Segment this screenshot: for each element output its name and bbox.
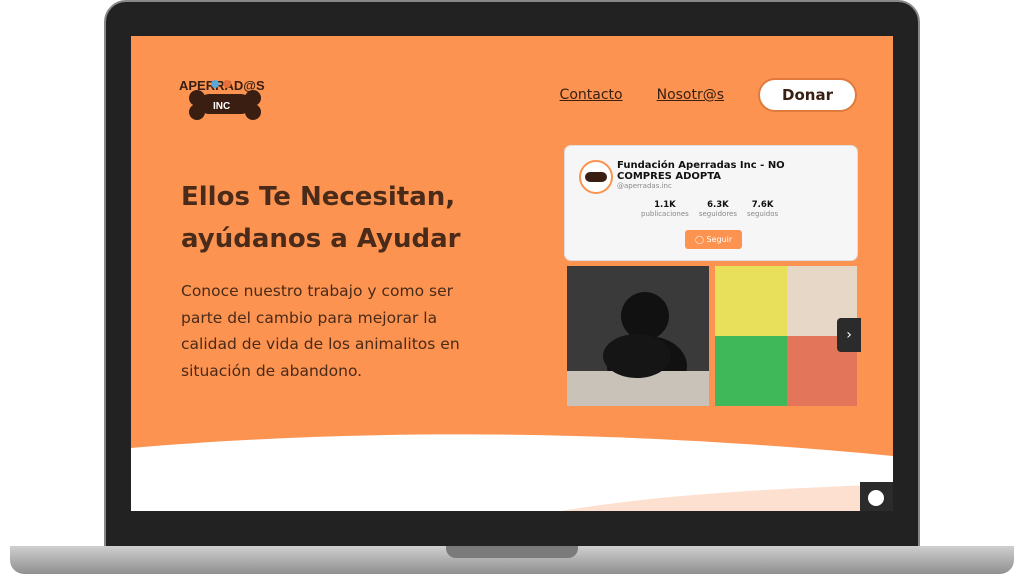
hero-headline: Ellos Te Necesitan, ayúdanos a Ayudar [181,176,461,260]
stat-value: 7.6K [751,200,774,210]
instagram-gallery: › [567,266,861,408]
hero-body: Conoce nuestro trabajo y como ser parte … [181,282,460,380]
donate-button[interactable]: Donar [758,78,857,112]
stat-value: 6.3K [707,200,729,210]
logo[interactable]: APERRAD@S INC [175,54,265,126]
nav-nosotros[interactable]: Nosotr@s [657,87,724,103]
gallery-photo-drawings[interactable] [715,266,857,406]
chat-icon[interactable] [860,482,893,511]
website-screen: APERRAD@S INC Contacto Nosotr@s Donar El… [131,36,893,511]
logo-sub-text: INC [213,101,230,112]
nav-contacto[interactable]: Contacto [560,87,623,103]
logo-graphic: APERRAD@S INC [179,78,265,120]
stat-publicaciones: 1.1K publicaciones [641,200,689,218]
instagram-icon: ◯ [695,235,704,244]
follow-label: Seguir [706,235,733,244]
instagram-profile-name[interactable]: Fundación Aperradas Inc - NO COMPRES ADO… [617,160,837,182]
instagram-avatar[interactable] [579,160,613,194]
instagram-profile-card: Fundación Aperradas Inc - NO COMPRES ADO… [565,146,857,260]
headline-line1: Ellos Te Necesitan, [181,182,456,212]
stat-value: 1.1K [654,200,676,210]
stat-label: seguidores [698,210,738,218]
stat-seguidores: 6.3K seguidores [699,200,737,218]
top-nav: Contacto Nosotr@s Donar [560,78,857,112]
instagram-stats: 1.1K publicaciones 6.3K seguidores 7.6K … [641,200,778,218]
follow-button[interactable]: ◯ Seguir [685,230,743,249]
headline-line2: ayúdanos a Ayudar [181,224,461,254]
laptop-notch [446,546,578,558]
instagram-handle: @aperradas.inc [617,182,672,190]
chevron-right-icon[interactable]: › [837,318,861,352]
gallery-photo-dog[interactable] [567,266,709,406]
stat-label: publicaciones [641,210,689,218]
stat-seguidos: 7.6K seguidos [747,200,778,218]
stat-label: seguidos [747,210,779,218]
